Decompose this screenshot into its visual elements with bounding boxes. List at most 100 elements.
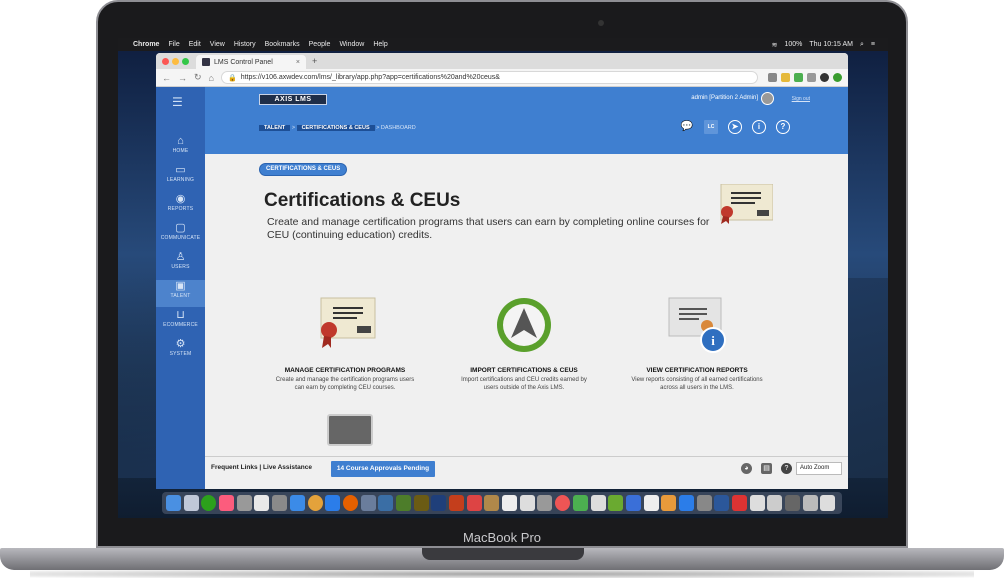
- app-icon[interactable]: [555, 495, 571, 511]
- app-icon[interactable]: [785, 495, 801, 511]
- lc-button[interactable]: LC: [704, 120, 718, 134]
- help-icon[interactable]: ?: [776, 120, 790, 134]
- menubar-people[interactable]: People: [309, 41, 331, 48]
- dreamweaver-icon[interactable]: [395, 495, 411, 511]
- app-icon[interactable]: [537, 495, 553, 511]
- close-window-button[interactable]: [162, 58, 169, 65]
- app-icon[interactable]: [696, 495, 712, 511]
- fireworks-icon[interactable]: [413, 495, 429, 511]
- app-icon[interactable]: [767, 495, 783, 511]
- import-certifications-card[interactable]: IMPORT CERTIFICATIONS & CEUS Import cert…: [444, 294, 604, 392]
- zoom-select[interactable]: Auto Zoom: [796, 462, 842, 475]
- new-tab-button[interactable]: +: [312, 56, 317, 66]
- wifi-icon[interactable]: ≋: [772, 41, 778, 49]
- app-icon[interactable]: [272, 495, 288, 511]
- menubar-clock[interactable]: Thu 10:15 AM: [809, 41, 853, 49]
- section-pill[interactable]: CERTIFICATIONS & CEUS: [259, 163, 348, 176]
- extension-icon[interactable]: [794, 73, 803, 82]
- app-icon[interactable]: [749, 495, 765, 511]
- navigation-icon[interactable]: ➤: [728, 120, 742, 134]
- messages-icon[interactable]: [572, 495, 588, 511]
- finder-icon[interactable]: [166, 495, 181, 511]
- itunes-icon[interactable]: [219, 495, 235, 511]
- extension-icon[interactable]: [781, 73, 790, 82]
- view-reports-card[interactable]: i VIEW CERTIFICATION REPORTS View report…: [617, 294, 777, 392]
- messages-icon[interactable]: ▤: [761, 463, 772, 474]
- sidebar-item-system[interactable]: ⚙ SYSTEM: [156, 338, 205, 365]
- menubar-edit[interactable]: Edit: [189, 41, 201, 48]
- axis-lms-logo[interactable]: AXIS LMS: [259, 94, 327, 105]
- trash-icon[interactable]: [820, 495, 836, 511]
- avatar[interactable]: [761, 92, 774, 105]
- app-icon[interactable]: [289, 495, 305, 511]
- app-icon[interactable]: [802, 495, 818, 511]
- live-assistance-link[interactable]: Live Assistance: [263, 464, 312, 471]
- breadcrumb-certifications[interactable]: CERTIFICATIONS & CEUS: [296, 125, 375, 131]
- extension-icon[interactable]: [833, 73, 842, 82]
- menubar-bookmarks[interactable]: Bookmarks: [265, 41, 300, 48]
- tab-close-icon[interactable]: ×: [296, 59, 300, 66]
- battery-percent[interactable]: 100%: [784, 41, 802, 49]
- extension-icon[interactable]: [807, 73, 816, 82]
- app-icon[interactable]: [466, 495, 482, 511]
- manage-certifications-card[interactable]: MANAGE CERTIFICATION PROGRAMS Create and…: [265, 294, 425, 392]
- profile-icon[interactable]: [820, 73, 829, 82]
- launchpad-icon[interactable]: [183, 495, 199, 511]
- url-field[interactable]: 🔒 https://v106.axwdev.com/lms/_library/a…: [220, 71, 758, 84]
- sidebar-item-communicate[interactable]: ▢ COMMUNICATE: [156, 222, 205, 249]
- zoom-window-button[interactable]: [182, 58, 189, 65]
- app-icon[interactable]: [360, 495, 376, 511]
- app-icon[interactable]: [502, 495, 518, 511]
- breadcrumb-talent[interactable]: TALENT: [259, 125, 291, 131]
- safari-icon[interactable]: [325, 495, 341, 511]
- menubar-view[interactable]: View: [210, 41, 225, 48]
- menubar-file[interactable]: File: [168, 41, 179, 48]
- keynote-icon[interactable]: [625, 495, 641, 511]
- sidebar-item-ecommerce[interactable]: ⊔ ECOMMERCE: [156, 309, 205, 336]
- forward-button[interactable]: →: [178, 73, 187, 83]
- menubar-app-name[interactable]: Chrome: [133, 41, 159, 48]
- app-icon[interactable]: [519, 495, 535, 511]
- menu-list-icon[interactable]: ≡: [871, 41, 875, 49]
- powerpoint-icon[interactable]: [449, 495, 464, 511]
- sidebar-item-talent[interactable]: ▣ TALENT: [156, 280, 205, 307]
- numbers-icon[interactable]: [608, 495, 624, 511]
- sidebar-item-users[interactable]: ♙ USERS: [156, 251, 205, 278]
- app-store-icon[interactable]: [678, 495, 694, 511]
- calendar-icon[interactable]: [254, 495, 270, 511]
- home-button[interactable]: ⌂: [209, 73, 214, 83]
- extension-icon[interactable]: [768, 73, 777, 82]
- reload-button[interactable]: ↻: [194, 72, 202, 83]
- app-icon[interactable]: [732, 495, 747, 511]
- app-icon[interactable]: [643, 495, 659, 511]
- sidebar-item-home[interactable]: ⌂ HOME: [156, 135, 205, 162]
- app-icon[interactable]: [661, 495, 677, 511]
- chat-bubbles-icon[interactable]: 💬: [680, 120, 694, 134]
- menubar-history[interactable]: History: [234, 41, 256, 48]
- pending-approvals-button[interactable]: 14 Course Approvals Pending: [331, 461, 435, 477]
- back-button[interactable]: ←: [162, 73, 171, 83]
- hamburger-menu-icon[interactable]: ☰: [172, 95, 183, 109]
- help-icon[interactable]: ?: [781, 463, 792, 474]
- minimize-window-button[interactable]: [172, 58, 179, 65]
- app-icon[interactable]: [484, 495, 500, 511]
- search-icon[interactable]: ⌕: [860, 41, 864, 49]
- sidebar-item-reports[interactable]: ◉ REPORTS: [156, 193, 205, 220]
- signout-link[interactable]: Sign out: [792, 96, 810, 102]
- app-icon[interactable]: [378, 495, 394, 511]
- chrome-icon[interactable]: [307, 495, 323, 511]
- quickbooks-icon[interactable]: [201, 495, 217, 511]
- firefox-icon[interactable]: [342, 495, 358, 511]
- menubar-help[interactable]: Help: [373, 41, 387, 48]
- user-name[interactable]: admin [Partition 2 Admin]: [691, 95, 758, 101]
- sidebar-item-learning[interactable]: ▭ LEARNING: [156, 164, 205, 191]
- browser-tab[interactable]: LMS Control Panel ×: [196, 55, 306, 69]
- app-icon[interactable]: [590, 495, 606, 511]
- frequent-links[interactable]: Frequent Links: [211, 464, 258, 471]
- chat-icon[interactable]: ◕: [741, 463, 752, 474]
- word-icon[interactable]: [714, 495, 730, 511]
- photoshop-icon[interactable]: [431, 495, 447, 511]
- menubar-window[interactable]: Window: [339, 41, 364, 48]
- app-icon[interactable]: [236, 495, 252, 511]
- info-icon[interactable]: i: [752, 120, 766, 134]
